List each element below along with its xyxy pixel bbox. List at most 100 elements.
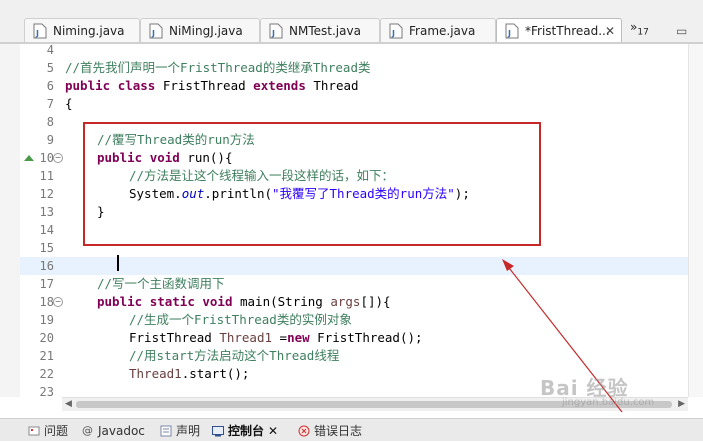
line-number: 9	[46, 133, 54, 147]
code-comment: //首先我们声明一个FristThread的类继承Thread类	[65, 60, 371, 75]
line-number: 22	[39, 367, 54, 381]
line-number: 18	[39, 295, 54, 309]
error-log-icon	[298, 425, 310, 437]
code-text: {	[65, 96, 73, 111]
code-line-5: 5 //首先我们声明一个FristThread的类继承Thread类	[20, 59, 688, 77]
line-number: 6	[46, 79, 54, 93]
tab-error-log[interactable]: 错误日志	[298, 419, 362, 442]
line-number: 12	[39, 187, 54, 201]
code-text: .start();	[181, 366, 250, 381]
text-cursor	[117, 255, 119, 271]
line-number: 16	[39, 259, 54, 273]
highlight-annotation-box	[83, 122, 541, 246]
tab-nmtest[interactable]: J NMTest.java	[260, 18, 380, 43]
fold-collapse-icon[interactable]: −	[53, 297, 63, 307]
keyword: public	[97, 294, 143, 309]
code-line-21: 21 //用start方法启动这个Thread线程	[20, 347, 688, 365]
keyword: class	[117, 78, 156, 93]
java-file-icon: J	[505, 23, 519, 39]
local-variable: Thread1	[219, 330, 272, 345]
keyword: new	[287, 330, 310, 345]
line-number: 4	[46, 44, 54, 57]
tab-label: NMTest.java	[289, 24, 361, 38]
tab-declaration[interactable]: 声明	[160, 419, 200, 442]
code-line-20: 20 FristThread Thread1 =new FristThread()…	[20, 329, 688, 347]
line-number: 13	[39, 205, 54, 219]
svg-text:J: J	[507, 29, 511, 38]
java-file-icon: J	[389, 23, 403, 39]
line-number: 17	[39, 277, 54, 291]
code-line-16-current: 16	[20, 257, 688, 275]
tab-label: 声明	[176, 424, 201, 438]
code-line-6: 6 public class FristThread extends Thread	[20, 77, 688, 95]
svg-text:J: J	[271, 29, 275, 38]
scroll-left-icon[interactable]: ◀	[65, 398, 72, 411]
java-file-icon: J	[33, 23, 47, 39]
close-icon[interactable]: ✕	[605, 24, 615, 38]
code-line-19: 19 //生成一个FristThread类的实例对象	[20, 311, 688, 329]
tab-problems[interactable]: 问题	[28, 419, 68, 442]
tab-label: 问题	[44, 424, 69, 438]
tab-label: Niming.java	[53, 24, 125, 38]
code-comment: //写一个主函数调用下	[97, 276, 225, 291]
line-number: 19	[39, 313, 54, 327]
tab-javadoc[interactable]: @ Javadoc	[82, 419, 145, 442]
tab-overflow-button[interactable]: »17	[630, 20, 649, 37]
keyword: public	[65, 78, 111, 93]
editor-tab-bar: J Niming.java J NiMingJ.java J NMTest.ja…	[0, 0, 703, 44]
keyword: void	[202, 294, 233, 309]
problems-icon	[28, 425, 40, 437]
overview-ruler[interactable]	[688, 44, 703, 397]
fold-collapse-icon[interactable]: −	[53, 153, 63, 163]
code-line-4: 4	[20, 44, 688, 59]
code-editor[interactable]: 4 5 //首先我们声明一个FristThread的类继承Thread类 6 pub…	[20, 44, 688, 397]
bottom-view-tabs: 问题 @ Javadoc 声明 控制台 ✕ 错误日志	[0, 418, 703, 441]
line-number: 7	[46, 97, 54, 111]
tab-niming[interactable]: J Niming.java	[24, 18, 140, 43]
tab-label: Frame.java	[409, 24, 476, 38]
parameter: args	[330, 294, 361, 309]
left-trim	[0, 44, 20, 397]
tab-label: 控制台	[228, 424, 265, 438]
line-number: 8	[46, 115, 54, 129]
at-icon: @	[82, 423, 93, 437]
code-text: FristThread();	[309, 330, 423, 345]
line-number: 21	[39, 349, 54, 363]
line-number: 5	[46, 61, 54, 75]
scroll-right-icon[interactable]: ▶	[678, 398, 685, 411]
line-number: 10	[39, 151, 54, 165]
tab-fristthread[interactable]: J *FristThread... ✕	[496, 18, 622, 43]
tab-label: 错误日志	[314, 424, 363, 438]
keyword: extends	[253, 78, 306, 93]
code-line-17: 17 //写一个主函数调用下	[20, 275, 688, 293]
tab-label: *FristThread...	[525, 24, 610, 38]
keyword: static	[149, 294, 195, 309]
line-number: 11	[39, 169, 54, 183]
tab-nimingj[interactable]: J NiMingJ.java	[140, 18, 260, 43]
tab-console[interactable]: 控制台 ✕	[212, 419, 278, 442]
minimize-icon[interactable]: ▭	[676, 24, 687, 38]
code-comment: //用start方法启动这个Thread线程	[129, 348, 340, 363]
java-file-icon: J	[269, 23, 283, 39]
code-line-18: 18− public static void main(String args[]…	[20, 293, 688, 311]
declaration-icon	[160, 425, 172, 437]
super-class: Thread	[305, 78, 359, 93]
baidu-watermark-url: jingyan.baidu.com	[562, 397, 655, 408]
svg-text:J: J	[391, 29, 395, 38]
console-icon	[212, 425, 224, 437]
type-name: FristThread	[129, 330, 220, 345]
line-number: 15	[39, 241, 54, 255]
line-number: 20	[39, 331, 54, 345]
local-variable: Thread1	[129, 366, 182, 381]
close-icon[interactable]: ✕	[268, 424, 278, 438]
svg-text:J: J	[35, 29, 39, 38]
code-comment: //生成一个FristThread类的实例对象	[129, 312, 352, 327]
line-number: 14	[39, 223, 54, 237]
svg-text:J: J	[151, 29, 155, 38]
code-text: []){	[360, 294, 391, 309]
java-file-icon: J	[149, 23, 163, 39]
code-line-7: 7{	[20, 95, 688, 113]
tab-label: Javadoc	[98, 423, 145, 438]
tab-label: NiMingJ.java	[169, 24, 243, 38]
tab-frame[interactable]: J Frame.java	[380, 18, 496, 43]
